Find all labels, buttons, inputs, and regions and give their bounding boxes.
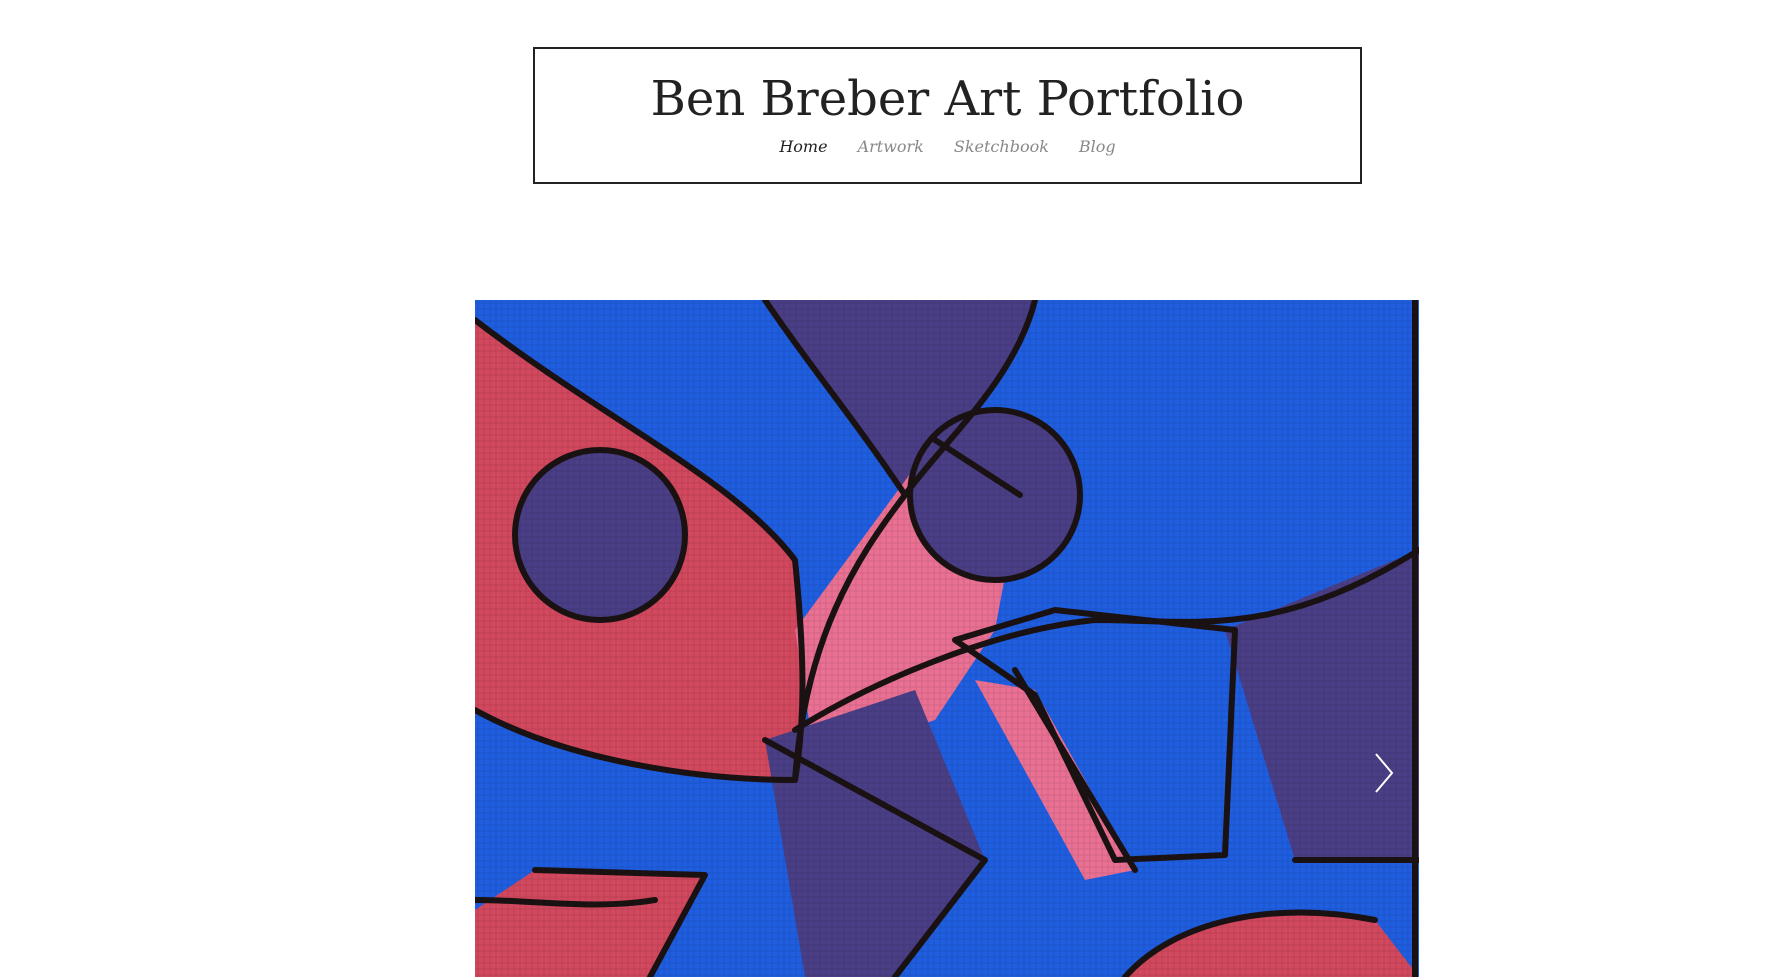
nav-item-blog[interactable]: Blog xyxy=(1079,137,1116,157)
chevron-right-icon[interactable] xyxy=(1368,748,1398,798)
nav-item-artwork[interactable]: Artwork xyxy=(858,137,924,157)
site-header: Ben Breber Art Portfolio Home Artwork Sk… xyxy=(533,47,1362,184)
main-nav: Home Artwork Sketchbook Blog xyxy=(535,137,1360,157)
artwork-slideshow[interactable] xyxy=(475,300,1419,977)
nav-item-home[interactable]: Home xyxy=(779,137,827,157)
nav-item-sketchbook[interactable]: Sketchbook xyxy=(954,137,1049,157)
site-title[interactable]: Ben Breber Art Portfolio xyxy=(535,69,1360,129)
artwork-image xyxy=(475,300,1419,977)
